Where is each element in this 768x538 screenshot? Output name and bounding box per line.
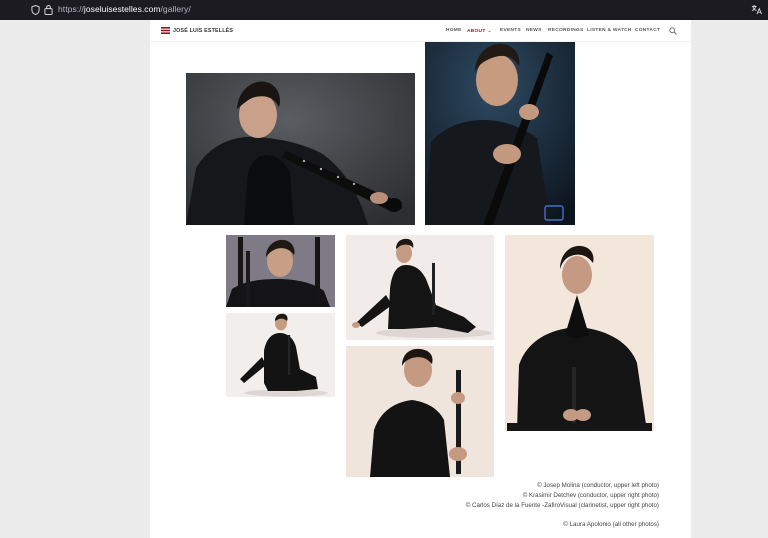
browser-toolbar: https://joseluisestelles.com/gallery/ [0,0,768,20]
page-content: JOSÉ LUIS ESTELLÉS HOME ABOUT ⌄ EVENTS NE… [150,20,691,538]
url-path: /gallery/ [160,4,191,14]
gallery-photo-5[interactable] [505,235,654,431]
search-icon[interactable] [669,27,677,35]
photo-credit: © Carlos Díaz de la Fuente -ZafiroVisual… [465,502,659,509]
nav-about-label: ABOUT [467,29,486,34]
photo-credit: © Krasimir Detchev (conductor, upper rig… [522,492,659,499]
gallery-photo-1[interactable] [186,73,415,225]
nav-contact[interactable]: CONTACT [635,28,660,33]
gallery-photo-6[interactable] [226,313,335,397]
logo-icon[interactable] [161,27,170,34]
site-header: JOSÉ LUIS ESTELLÉS HOME ABOUT ⌄ EVENTS NE… [150,20,691,42]
gallery-photo-4[interactable] [346,235,494,340]
address-bar[interactable]: https://joseluisestelles.com/gallery/ [58,4,191,14]
photo-credit: © Josep Molina (conductor, upper left ph… [537,482,659,489]
photo-credit: © Laura Apolonio (all other photos) [563,521,659,528]
nav-about[interactable]: ABOUT ⌄ [467,28,492,34]
gallery-photo-7[interactable] [346,346,494,477]
nav-listen-watch[interactable]: LISTEN & WATCH [587,28,632,33]
lock-icon[interactable] [44,4,53,15]
shield-icon[interactable] [31,5,40,15]
chevron-down-icon: ⌄ [487,28,492,33]
translate-icon[interactable] [751,4,762,15]
url-scheme: https:// [58,4,84,14]
url-host: joseluisestelles.com [83,4,161,14]
gallery-photo-2[interactable] [425,42,575,225]
gallery-photo-3[interactable] [226,235,335,307]
site-brand[interactable]: JOSÉ LUIS ESTELLÉS [173,28,233,34]
nav-home[interactable]: HOME [446,28,462,33]
nav-news[interactable]: NEWS [526,28,542,33]
nav-events[interactable]: EVENTS [500,28,521,33]
nav-recordings[interactable]: RECORDINGS [548,28,584,33]
